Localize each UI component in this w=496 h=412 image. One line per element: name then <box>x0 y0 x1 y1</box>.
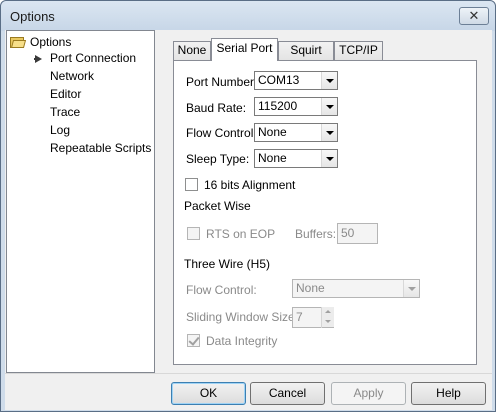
flow-control-value: None <box>258 125 287 139</box>
sliding-window-label: Sliding Window Size: <box>186 310 299 324</box>
h5-flow-control-label: Flow Control: <box>186 283 257 297</box>
apply-button[interactable]: Apply <box>331 382 406 405</box>
data-integrity-label: Data Integrity <box>206 334 278 348</box>
tree-item-trace[interactable]: Trace <box>50 104 80 120</box>
buffers-input[interactable]: 50 <box>337 223 378 244</box>
rts-on-eop-label: RTS on EOP <box>206 227 276 241</box>
chevron-down-icon <box>321 124 337 141</box>
cancel-button[interactable]: Cancel <box>250 382 325 405</box>
baud-rate-select[interactable]: 115200 <box>254 97 338 116</box>
tree-item-editor[interactable]: Editor <box>50 86 81 102</box>
packet-wise-title: Packet Wise <box>184 199 254 213</box>
baud-rate-label: Baud Rate: <box>186 101 247 115</box>
port-number-select[interactable]: COM13 <box>254 71 338 90</box>
button-bar: OK Cancel Apply Help <box>5 373 492 410</box>
tree-item-network[interactable]: Network <box>50 68 94 84</box>
data-integrity-checkbox[interactable] <box>187 334 200 347</box>
port-number-label: Port Number: <box>186 75 258 89</box>
tab-tcp-ip[interactable]: TCP/IP <box>334 41 383 60</box>
flow-control-select[interactable]: None <box>254 123 338 142</box>
baud-rate-value: 115200 <box>258 99 298 113</box>
serial-port-tab-page: Port Number: COM13 Baud Rate: 115200 Flo… <box>173 60 477 365</box>
spin-down-icon[interactable] <box>322 317 334 327</box>
h5-flow-control-select[interactable]: None <box>292 279 420 298</box>
tree-item-port-connection[interactable]: Port Connection <box>50 50 136 66</box>
chevron-down-icon <box>321 72 337 89</box>
spin-up-icon[interactable] <box>322 307 334 317</box>
open-folder-icon <box>10 36 27 48</box>
sleep-type-select[interactable]: None <box>254 149 338 168</box>
chevron-down-icon <box>321 98 337 115</box>
dialog-client: Options Port Connection Network Editor T… <box>5 30 492 410</box>
port-number-value: COM13 <box>258 73 300 87</box>
flow-control-label: Flow Control: <box>186 126 257 140</box>
tree-root-label: Options <box>30 35 72 49</box>
options-dialog: Options ✕ Options Port Connection Networ… <box>0 0 496 412</box>
tree-item-repeatable-scripts[interactable]: Repeatable Scripts <box>50 140 151 156</box>
tree-root-options[interactable]: Options <box>10 34 71 50</box>
sliding-window-spinner[interactable] <box>321 307 334 328</box>
chevron-down-icon <box>403 280 419 297</box>
chevron-down-icon <box>321 150 337 167</box>
buffers-label: Buffers: <box>295 227 337 241</box>
close-icon: ✕ <box>468 8 480 23</box>
tab-serial-port[interactable]: Serial Port <box>211 38 278 61</box>
options-tree: Options Port Connection Network Editor T… <box>6 30 155 373</box>
sleep-type-value: None <box>258 151 287 165</box>
title-bar[interactable]: Options ✕ <box>1 1 495 31</box>
rts-on-eop-checkbox[interactable] <box>187 227 200 240</box>
sliding-window-value: 7 <box>296 310 303 324</box>
settings-panel: None Serial Port Squirt Port TCP/IP Port… <box>159 30 492 373</box>
ok-button[interactable]: OK <box>171 382 246 405</box>
tab-none[interactable]: None <box>173 41 211 60</box>
help-button[interactable]: Help <box>411 382 486 405</box>
sleep-type-label: Sleep Type: <box>186 152 250 166</box>
three-wire-title: Three Wire (H5) <box>184 257 274 271</box>
tab-squirt-port[interactable]: Squirt Port <box>278 41 334 74</box>
window-title: Options <box>10 9 55 24</box>
selected-arrow-icon <box>34 55 42 63</box>
tree-item-log[interactable]: Log <box>50 122 70 138</box>
alignment-checkbox[interactable] <box>185 178 198 191</box>
alignment-label: 16 bits Alignment <box>204 178 296 192</box>
close-button[interactable]: ✕ <box>459 7 489 25</box>
h5-flow-control-value: None <box>296 281 325 295</box>
